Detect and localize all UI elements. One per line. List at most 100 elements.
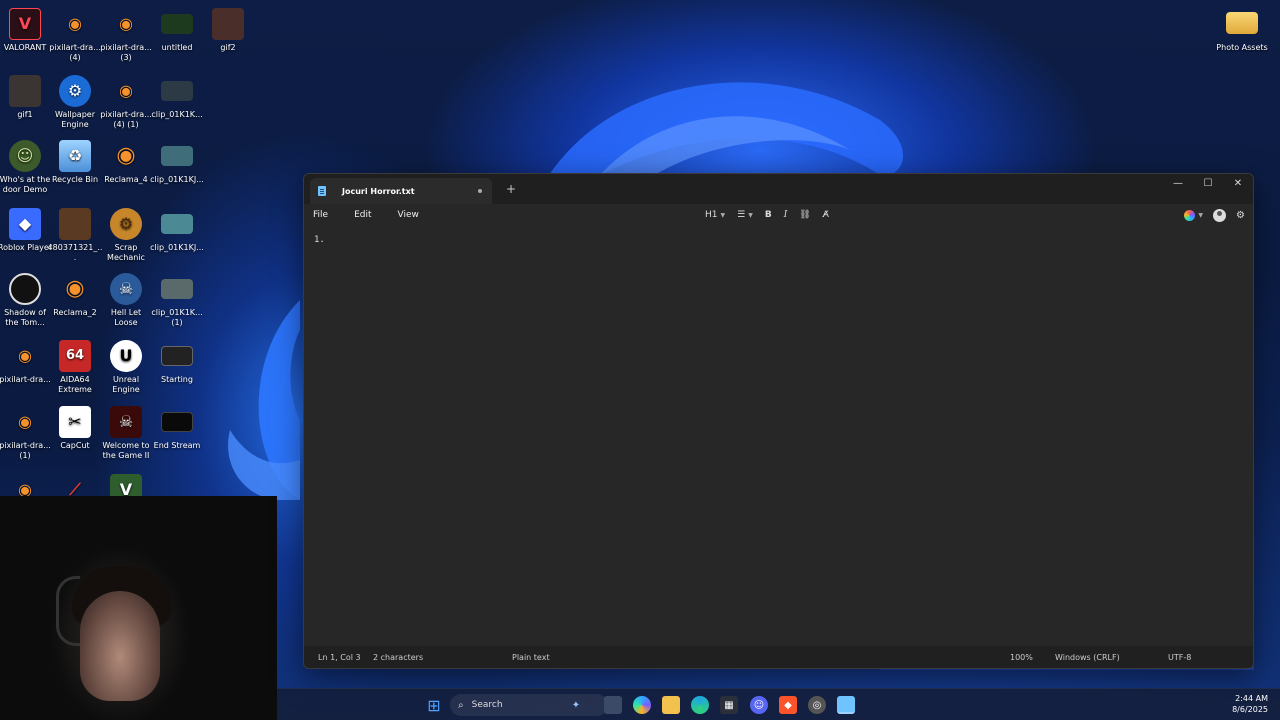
minimize-icon[interactable]: — — [1163, 174, 1193, 192]
brave-icon[interactable]: ◆ — [779, 696, 797, 714]
desktop-icon-valorant[interactable]: V VALORANT — [0, 8, 50, 53]
desktop-icon-photo-assets[interactable]: Photo Assets — [1214, 8, 1270, 53]
desktop-icon-label: pixilart-dra... (4) (1) — [100, 110, 152, 129]
desktop-icon-reclama-2[interactable]: ◉ Reclama_2 — [50, 273, 100, 318]
status-encoding[interactable]: UTF-8 — [1168, 653, 1191, 662]
desktop-icon-shadow-of-the-tomb[interactable]: Shadow of the Tom... — [0, 273, 50, 328]
list-icon: ☰ — [737, 210, 746, 220]
desktop-icon-label: Wallpaper Engine — [54, 110, 95, 129]
status-format[interactable]: Plain text — [512, 653, 550, 662]
desktop-icon-pixilart-4-1[interactable]: ◉ pixilart-dra... (4) (1) — [100, 75, 152, 130]
status-line-ending[interactable]: Windows (CRLF) — [1055, 653, 1120, 662]
chevron-down-icon: ▼ — [748, 211, 753, 219]
discord-icon[interactable]: ☺ — [750, 696, 768, 714]
desktop-icon-pixilart[interactable]: ◉ pixilart-dra... — [0, 340, 51, 385]
desktop-icon-clip-3[interactable]: clip_01K1KJ... — [150, 208, 204, 253]
roblox-icon: ◆ — [9, 208, 41, 240]
desktop-icon-clip-2[interactable]: clip_01K1KJ... — [150, 140, 204, 185]
menu-view[interactable]: View — [398, 210, 419, 220]
italic-button[interactable]: I — [784, 210, 788, 220]
video-thumb-icon — [161, 346, 193, 366]
chevron-down-icon: ▼ — [720, 211, 726, 219]
desktop-icon-recycle-bin[interactable]: ♻ Recycle Bin — [50, 140, 100, 185]
desktop-icon-scrap-mechanic[interactable]: ⚙ Scrap Mechanic — [101, 208, 151, 263]
system-clock[interactable]: 2:44 AM 8/6/2025 — [1232, 693, 1268, 715]
video-thumb-icon — [161, 214, 193, 234]
game-icon — [9, 273, 41, 305]
heading-dropdown[interactable]: H1 ▼ — [705, 210, 725, 220]
desktop-icon-untitled[interactable]: untitled — [152, 8, 202, 53]
menu-edit[interactable]: Edit — [354, 210, 371, 220]
tab-jocuri-horror[interactable]: Jocuri Horror.txt — [310, 178, 492, 204]
window-controls: — ☐ ✕ — [1163, 174, 1253, 192]
desktop-icon-label: Who's at the door Demo — [0, 175, 51, 194]
widgets-icon[interactable]: ✦ — [567, 696, 585, 714]
start-windows-icon[interactable]: ⊞ — [425, 696, 443, 715]
desktop-icon-label: pixilart-dra... (1) — [0, 441, 51, 460]
desktop-icon-pixilart-4[interactable]: ◉ pixilart-dra... (4) — [49, 8, 101, 63]
notepad-icon — [318, 186, 326, 196]
desktop-icon-gif1[interactable]: gif1 — [0, 75, 50, 120]
menu-file[interactable]: File — [313, 210, 328, 220]
desktop-icon-unreal-engine[interactable]: U Unreal Engine — [101, 340, 151, 395]
desktop-icon-roblox[interactable]: ◆ Roblox Player — [0, 208, 53, 253]
maximize-icon[interactable]: ☐ — [1193, 174, 1223, 192]
task-view-icon[interactable] — [604, 696, 622, 714]
list-dropdown[interactable]: ☰ ▼ — [737, 210, 753, 220]
desktop-icon-gif2[interactable]: gif2 — [203, 8, 253, 53]
blender-icon: ◉ — [65, 276, 85, 301]
video-thumb-icon — [161, 279, 193, 299]
copilot-dropdown[interactable]: ▼ — [1184, 209, 1203, 221]
store-icon[interactable]: ▦ — [720, 696, 738, 714]
webcam-headset — [56, 576, 80, 646]
desktop-icon-clip-1[interactable]: clip_01K1K... — [151, 75, 203, 120]
desktop-icon-whos-at-the-door[interactable]: ☺ Who's at the door Demo — [0, 140, 50, 195]
title-bar[interactable]: Jocuri Horror.txt + — ☐ ✕ — [304, 174, 1253, 204]
status-zoom[interactable]: 100% — [1010, 653, 1033, 662]
desktop-icon-label: pixilart-dra... — [0, 375, 51, 384]
obs-icon[interactable]: ◎ — [808, 696, 826, 714]
desktop-icon-label: Scrap Mechanic — [107, 243, 145, 262]
clear-formatting-icon[interactable]: A̸ — [823, 210, 829, 220]
desktop-icon-end-stream[interactable]: End Stream — [152, 406, 202, 451]
desktop-icon-480371321[interactable]: 480371321_... — [48, 208, 102, 263]
desktop-icon-pixilart-3[interactable]: ◉ pixilart-dra... (3) — [100, 8, 152, 63]
desktop-icon-label: Shadow of the Tom... — [4, 308, 46, 327]
image-thumb-icon — [212, 8, 244, 40]
notepad-window[interactable]: Jocuri Horror.txt + — ☐ ✕ File Edit View… — [303, 173, 1254, 669]
bold-button[interactable]: B — [765, 210, 772, 220]
webcam-face — [80, 591, 160, 701]
desktop-icon-label: Recycle Bin — [51, 175, 99, 184]
file-explorer-icon[interactable] — [662, 696, 680, 714]
desktop-icon-welcome-to-the-game[interactable]: ☠ Welcome to the Game II — [101, 406, 151, 461]
desktop-icon-label: VALORANT — [3, 43, 47, 52]
desktop-icon-aida64[interactable]: 64 AIDA64 Extreme — [50, 340, 100, 395]
close-icon[interactable]: ✕ — [1223, 174, 1253, 192]
recycle-bin-icon: ♻ — [59, 140, 91, 172]
unsaved-dot-icon[interactable] — [478, 189, 482, 193]
desktop-icon-pixilart-1[interactable]: ◉ pixilart-dra... (1) — [0, 406, 51, 461]
menu-bar: File Edit View H1 ▼ ☰ ▼ B I ⛓ A̸ ▼ ⚙ — [304, 204, 1253, 226]
desktop-icon-clip-4[interactable]: clip_01K1K... (1) — [151, 273, 203, 328]
desktop-icon-label: clip_01K1K... (1) — [151, 308, 203, 327]
text-editor[interactable]: 1. — [304, 226, 1253, 646]
video-thumb-icon — [161, 412, 193, 432]
link-icon[interactable]: ⛓ — [799, 210, 810, 220]
desktop-icon-label: Roblox Player — [0, 243, 53, 252]
desktop-icon-capcut[interactable]: ✂ CapCut — [50, 406, 100, 451]
blender-icon: ◉ — [68, 14, 82, 33]
desktop-icon-label: Reclama_2 — [53, 308, 97, 317]
settings-gear-icon[interactable]: ⚙ — [1236, 210, 1245, 221]
notepad-taskbar-icon[interactable] — [837, 696, 855, 714]
desktop-icon-hell-let-loose[interactable]: ☠ Hell Let Loose — [101, 273, 151, 328]
desktop-icon-label: CapCut — [60, 441, 90, 450]
edge-icon[interactable] — [691, 696, 709, 714]
account-icon[interactable] — [1213, 208, 1227, 222]
desktop-icon-starting[interactable]: Starting — [152, 340, 202, 385]
desktop-icon-reclama-4[interactable]: ◉ Reclama_4 — [101, 140, 151, 185]
aida64-icon: 64 — [59, 340, 91, 372]
blender-icon: ◉ — [119, 14, 133, 33]
desktop-icon-wallpaper-engine[interactable]: ⚙ Wallpaper Engine — [50, 75, 100, 130]
new-tab-button[interactable]: + — [506, 182, 516, 196]
copilot-taskbar-icon[interactable] — [633, 696, 651, 714]
